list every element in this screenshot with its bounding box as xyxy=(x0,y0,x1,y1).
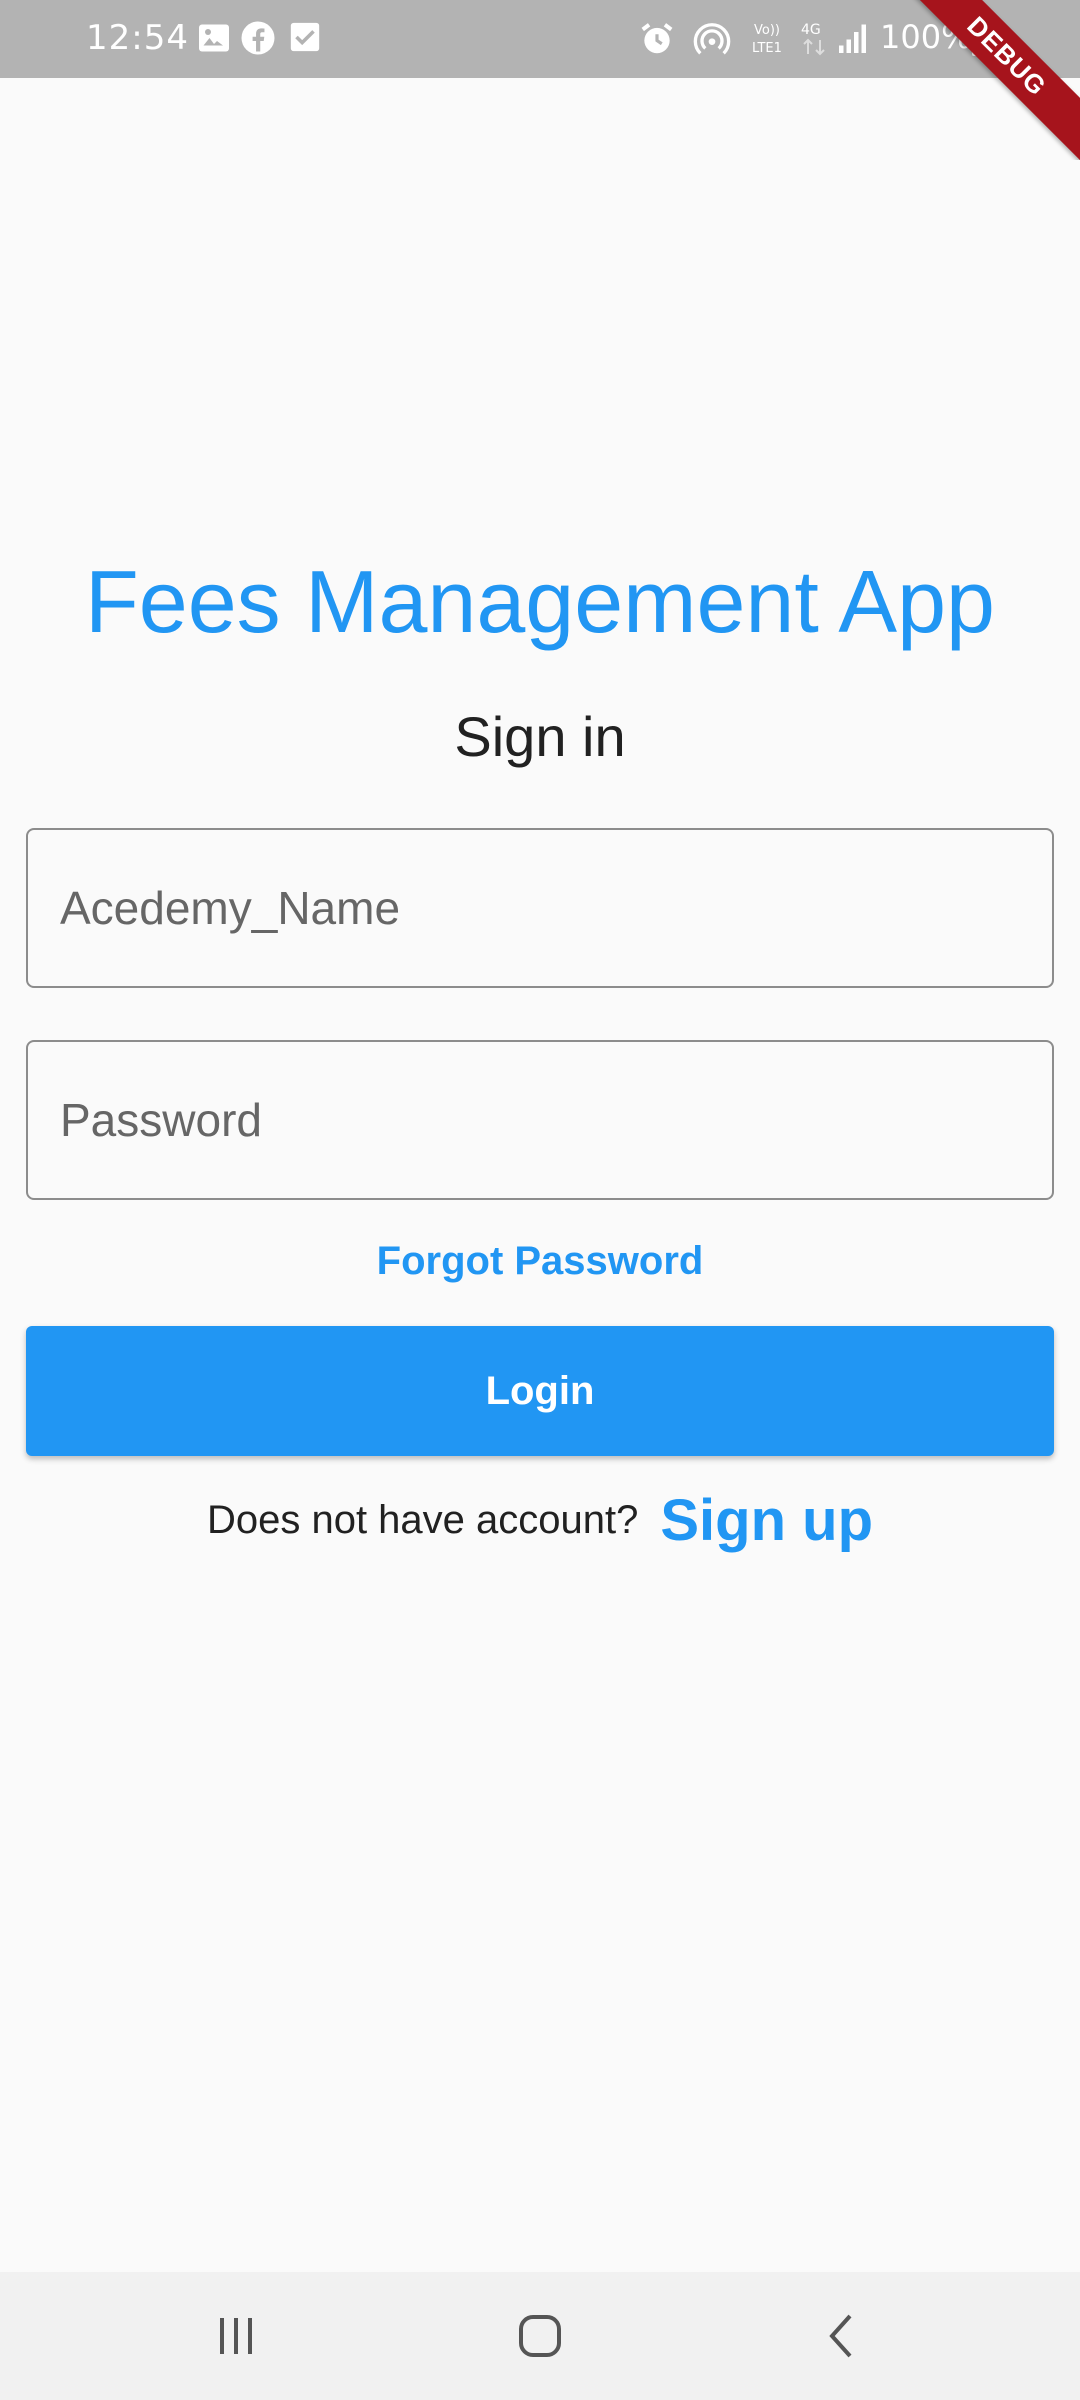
login-button[interactable]: Login xyxy=(26,1326,1054,1456)
volte-icon: Vo)) LTE1 xyxy=(750,20,794,58)
forgot-password-link[interactable]: Forgot Password xyxy=(0,1236,1080,1286)
academy-name-field[interactable] xyxy=(26,828,1054,988)
hotspot-icon xyxy=(692,20,731,58)
svg-text:4G: 4G xyxy=(801,22,821,38)
recents-button[interactable] xyxy=(166,2292,306,2380)
signup-row: Does not have account? Sign up xyxy=(0,1480,1080,1560)
svg-text:Vo)): Vo)) xyxy=(754,23,780,38)
battery-charging-icon xyxy=(970,20,994,58)
signal-icon xyxy=(836,20,874,58)
status-bar: 12:54 Vo)) LTE1 4G 100% xyxy=(0,0,1080,78)
gallery-icon xyxy=(196,20,234,58)
password-field[interactable] xyxy=(26,1040,1054,1200)
sign-in-heading: Sign in xyxy=(454,705,626,768)
signup-link[interactable]: Sign up xyxy=(660,1487,873,1554)
status-time: 12:54 xyxy=(86,18,189,58)
back-icon xyxy=(829,2314,852,2358)
svg-text:LTE1: LTE1 xyxy=(752,41,782,56)
alarm-icon xyxy=(638,20,676,58)
facebook-icon xyxy=(240,20,278,58)
back-button[interactable] xyxy=(772,2292,912,2380)
recents-icon xyxy=(220,2318,252,2354)
app-title: Fees Management App xyxy=(85,552,995,651)
home-icon xyxy=(519,2315,561,2357)
navigation-bar xyxy=(0,2272,1080,2400)
signup-prompt: Does not have account? xyxy=(206,1497,639,1542)
checkbox-icon xyxy=(288,20,326,58)
home-button[interactable] xyxy=(470,2292,610,2380)
battery-percentage: 100% xyxy=(880,18,972,56)
4g-icon: 4G xyxy=(800,20,830,58)
